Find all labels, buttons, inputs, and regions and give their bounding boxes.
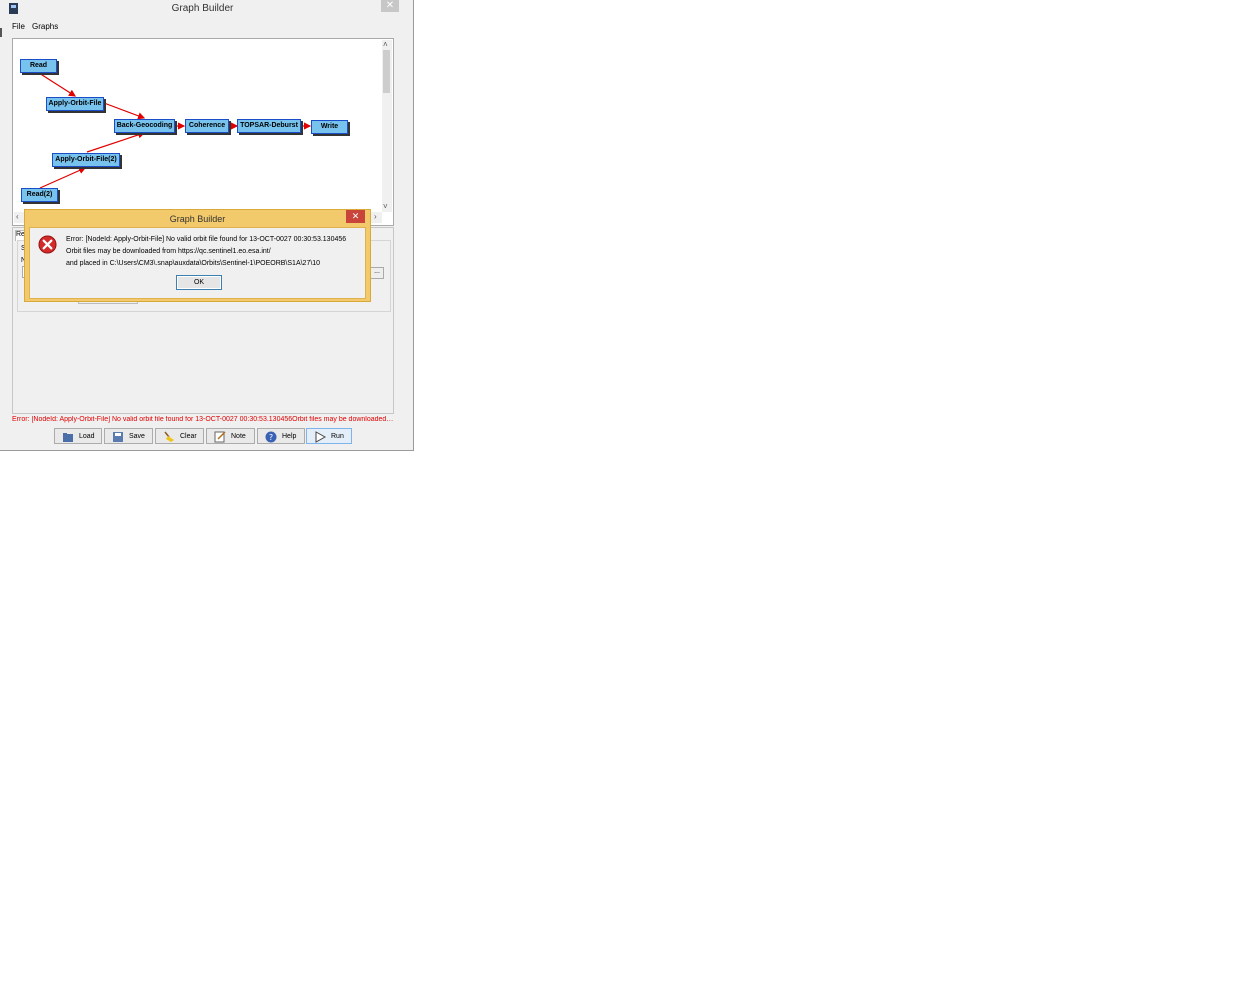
node-write[interactable]: Write: [311, 120, 348, 134]
graph-canvas-pane: Read Apply-Orbit-File Back-Geocoding Coh…: [12, 38, 394, 226]
edge-read2-apply-orbit2: [39, 167, 87, 189]
ok-button[interactable]: OK: [176, 275, 222, 290]
node-apply-orbit-file[interactable]: Apply-Orbit-File: [46, 97, 104, 111]
scroll-up-icon[interactable]: ˄: [383, 40, 388, 49]
edge-apply-orbit-back-geocoding: [103, 102, 146, 120]
scroll-left-icon[interactable]: ‹: [16, 212, 19, 221]
svg-text:?: ?: [269, 433, 273, 442]
broom-icon: [164, 431, 174, 442]
load-button[interactable]: Load: [54, 428, 102, 444]
help-button[interactable]: ? Help: [257, 428, 305, 444]
node-read[interactable]: Read: [20, 59, 57, 73]
status-message: Error: [NodeId: Apply-Orbit-File] No val…: [12, 416, 394, 423]
clear-label: Clear: [180, 433, 197, 440]
node-read-2[interactable]: Read(2): [21, 188, 58, 202]
edge-read-apply-orbit: [38, 72, 77, 97]
note-label: Note: [231, 433, 246, 440]
note-button[interactable]: Note: [206, 428, 255, 444]
error-message-line-2: Orbit files may be downloaded from https…: [66, 248, 271, 255]
error-message-line-1: Error: [NodeId: Apply-Orbit-File] No val…: [66, 236, 347, 243]
dialog-title: Graph Builder: [169, 214, 226, 224]
note-icon: [214, 431, 226, 443]
save-icon: [113, 432, 123, 442]
run-button[interactable]: Run: [306, 428, 352, 444]
play-icon: [315, 431, 326, 443]
vertical-scroll-thumb[interactable]: [383, 50, 390, 93]
dialog-body: Error: [NodeId: Apply-Orbit-File] No val…: [29, 227, 366, 299]
menu-graphs[interactable]: Graphs: [32, 22, 58, 31]
scroll-right-icon[interactable]: ›: [374, 212, 377, 221]
error-message-line-3: and placed in C:\Users\CM3\.snap\auxdata…: [66, 260, 321, 267]
error-dialog: Graph Builder ✕ Error: [NodeId: Apply-Or…: [24, 209, 371, 302]
menu-file[interactable]: File: [12, 22, 25, 31]
menu-bar: File Graphs: [0, 19, 413, 33]
run-label: Run: [331, 433, 344, 440]
node-topsar-deburst[interactable]: TOPSAR-Deburst: [237, 119, 301, 133]
folder-icon: [63, 433, 73, 442]
graph-canvas[interactable]: Read Apply-Orbit-File Back-Geocoding Coh…: [14, 40, 381, 210]
window-close-button[interactable]: ✕: [381, 0, 399, 12]
window-title: Graph Builder: [171, 3, 234, 14]
clear-button[interactable]: Clear: [155, 428, 204, 444]
error-icon: [38, 235, 57, 254]
graph-vertical-scrollbar[interactable]: ˄ ˅: [382, 40, 392, 212]
node-apply-orbit-file-2[interactable]: Apply-Orbit-File(2): [52, 153, 120, 167]
save-button[interactable]: Save: [104, 428, 153, 444]
browse-button[interactable]: ...: [370, 267, 384, 279]
dialog-close-button[interactable]: ✕: [346, 210, 365, 223]
node-back-geocoding[interactable]: Back-Geocoding: [114, 119, 175, 133]
edge-apply-orbit2-back-geocoding: [86, 131, 146, 153]
node-coherence[interactable]: Coherence: [185, 119, 229, 133]
help-label: Help: [282, 433, 297, 440]
help-icon: ?: [265, 431, 277, 443]
save-label: Save: [129, 433, 145, 440]
title-bar: Graph Builder ✕: [0, 0, 413, 18]
scroll-down-icon[interactable]: ˅: [383, 202, 388, 211]
load-label: Load: [79, 433, 95, 440]
